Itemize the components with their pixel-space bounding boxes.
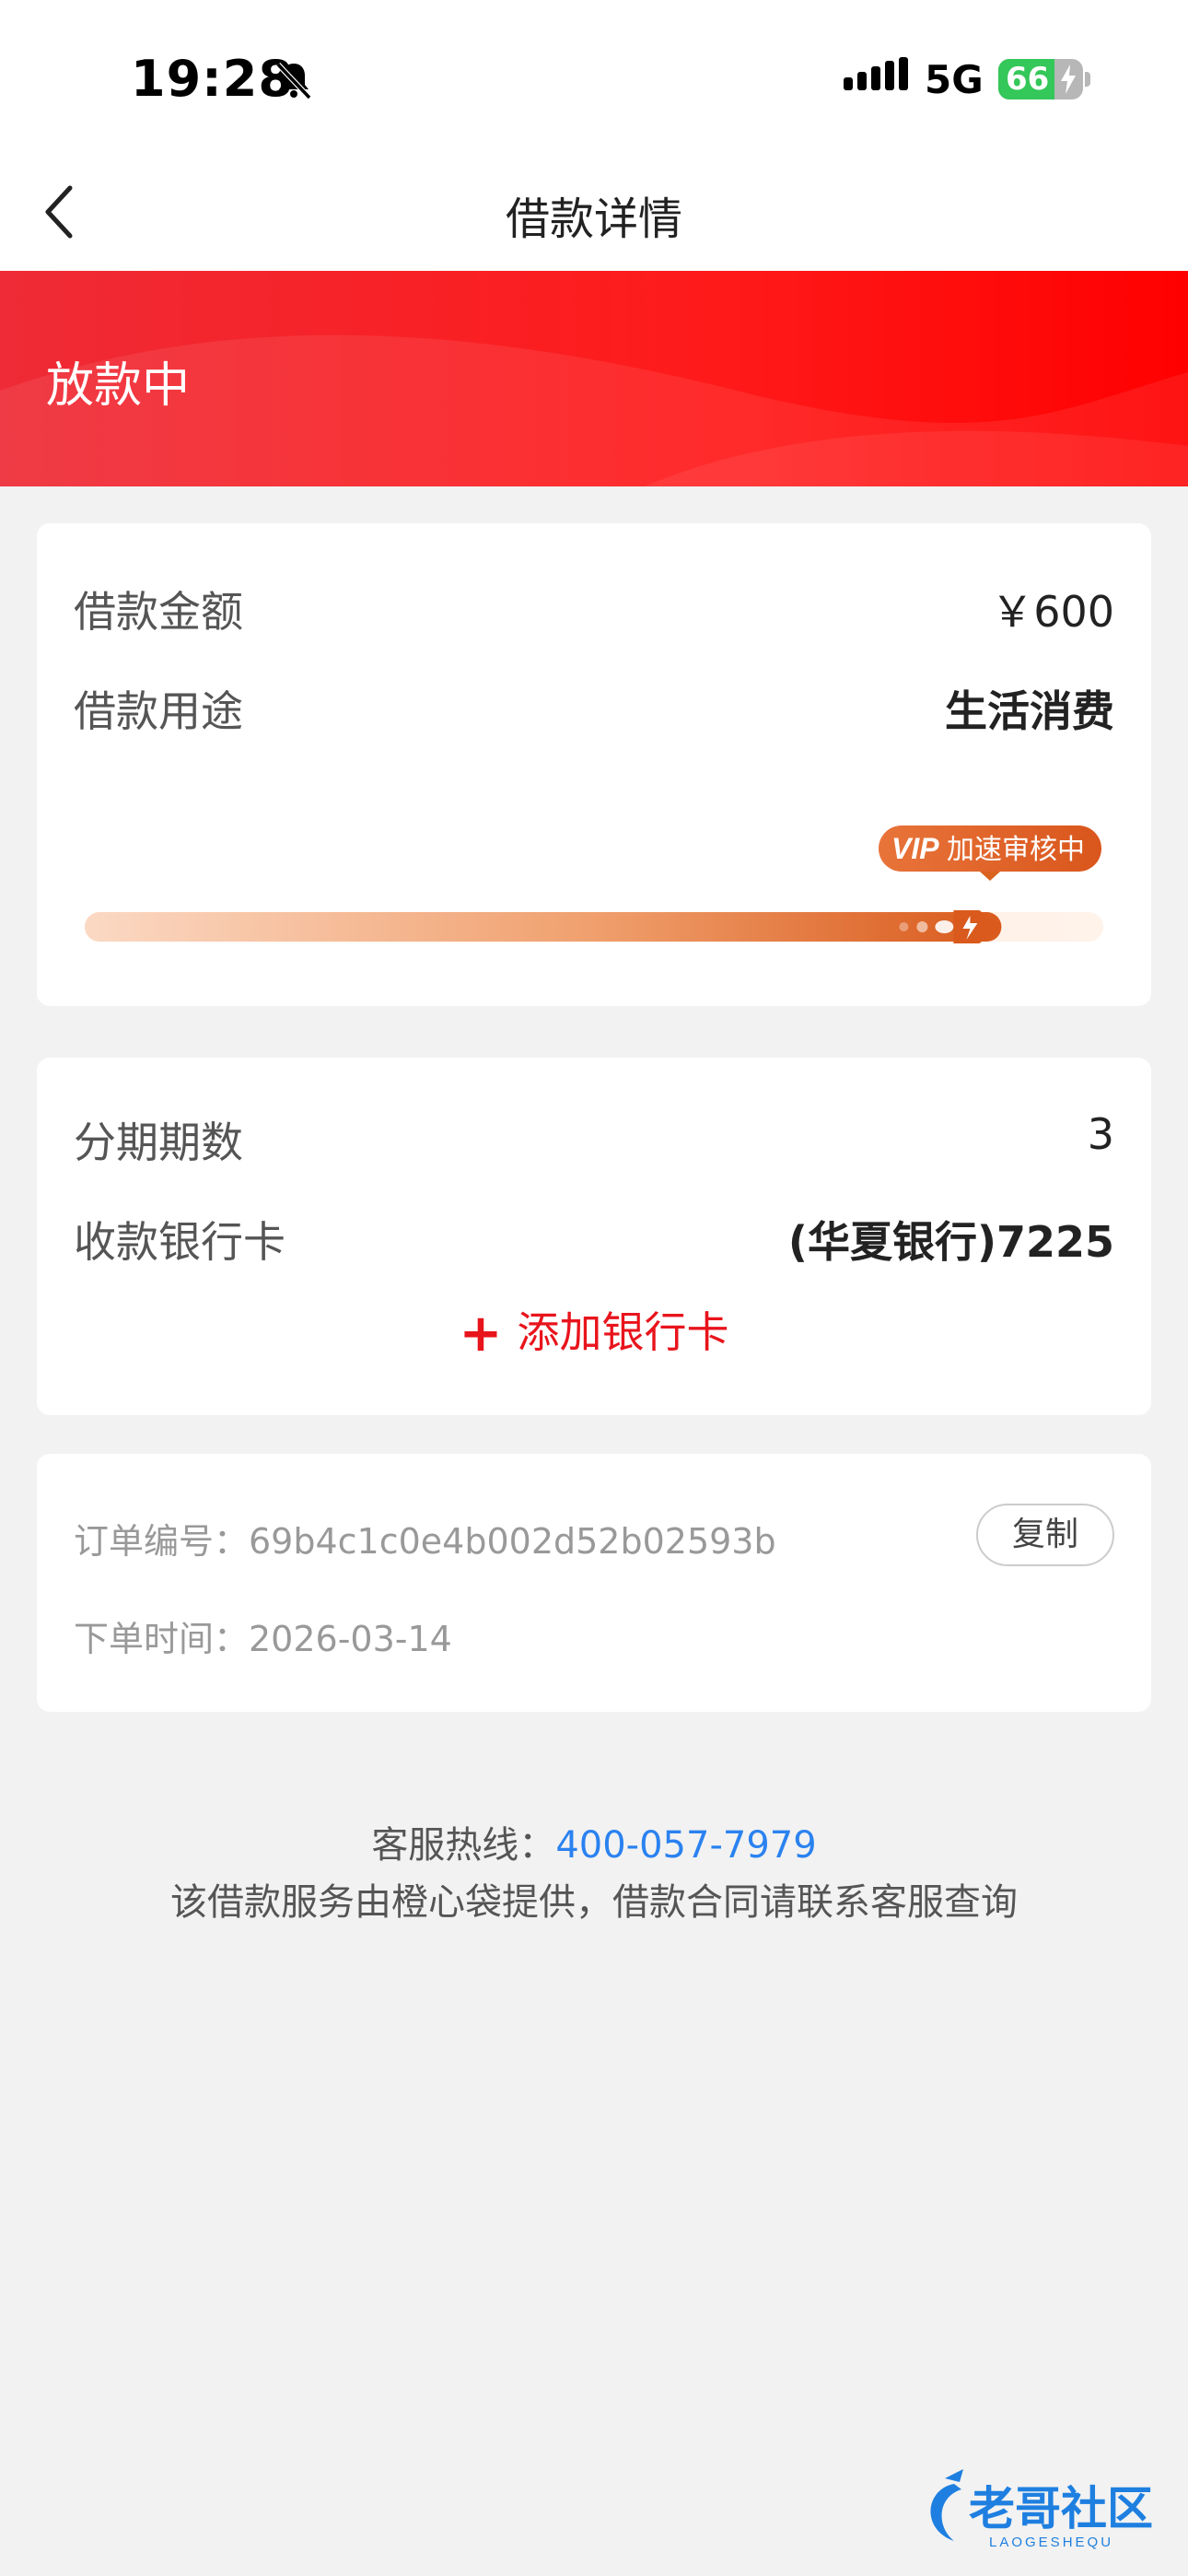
charging-icon [1061, 64, 1076, 94]
hotline-number-link[interactable]: 400-057-7979 [555, 1824, 816, 1867]
order-time: 下单时间：2026-03-14 [74, 1619, 452, 1659]
loan-amount-label: 借款金额 [74, 587, 243, 637]
page-title: 借款详情 [505, 193, 682, 245]
watermark-logo: 老哥社区 LAOGESHEQU [930, 2469, 1153, 2550]
installment-card: 分期期数 3 收款银行卡 (华夏银行)7225 + 添加银行卡 [37, 1058, 1151, 1415]
loan-purpose-label: 借款用途 [74, 686, 243, 736]
copy-button[interactable]: 复制 [976, 1504, 1114, 1566]
add-bank-card-label: 添加银行卡 [517, 1307, 729, 1357]
status-banner: 放款中 [0, 271, 1188, 486]
vip-review-badge: VIP 加速审核中 [879, 825, 1101, 881]
nav-bar: 借款详情 [0, 157, 1188, 271]
add-bank-card-button[interactable]: + 添加银行卡 [37, 1299, 1151, 1364]
status-time: 19:28 [131, 50, 294, 108]
watermark-subtext: LAOGESHEQU [989, 2535, 1113, 2550]
loan-info-card: 借款金额 ￥600 借款用途 生活消费 VIP 加速审核中 [37, 523, 1151, 1006]
watermark-text: 老哥社区 [969, 2482, 1153, 2535]
bank-card-number: (华夏银行)7225 [787, 1217, 1114, 1267]
status-bar: 19:28 5G 66 [0, 0, 1188, 157]
hotline-label: 客服热线： [371, 1824, 556, 1867]
vip-badge-text: 加速审核中 [947, 834, 1085, 866]
progress-fill [85, 912, 1002, 942]
loan-purpose-value: 生活消费 [945, 686, 1114, 736]
loan-amount-value: ￥600 [991, 587, 1114, 637]
signal-icon [844, 57, 908, 90]
order-number: 订单编号：69b4c1c0e4b002d52b02593b [74, 1521, 776, 1562]
loan-status: 放款中 [46, 358, 191, 414]
loan-detail-page: 19:28 5G 66 借款详情 放款中 借款金额 ￥600 借款用途 生活消费… [0, 0, 1188, 2576]
battery-percent: 66 [1006, 61, 1050, 98]
vip-logo-text: VIP [891, 832, 939, 865]
bank-card-label: 收款银行卡 [74, 1217, 285, 1267]
battery-cap [1085, 72, 1090, 87]
periods-value: 3 [1087, 1109, 1114, 1159]
network-type: 5G [925, 57, 984, 102]
service-note: 该借款服务由橙心袋提供，借款合同请联系客服查询 [170, 1881, 1018, 1924]
customer-service-hotline: 客服热线：400-057-7979 [0, 1815, 1188, 1868]
periods-label: 分期期数 [74, 1118, 243, 1167]
bank-card-value: (华夏银行)7225 [788, 1209, 1114, 1270]
plus-icon: + [459, 1304, 503, 1364]
battery-icon: 66 [998, 59, 1083, 100]
review-progress-bar [85, 910, 1103, 943]
order-info-card: 订单编号：69b4c1c0e4b002d52b02593b 复制 下单时间：20… [37, 1454, 1151, 1712]
bell-muted-icon [275, 62, 312, 100]
